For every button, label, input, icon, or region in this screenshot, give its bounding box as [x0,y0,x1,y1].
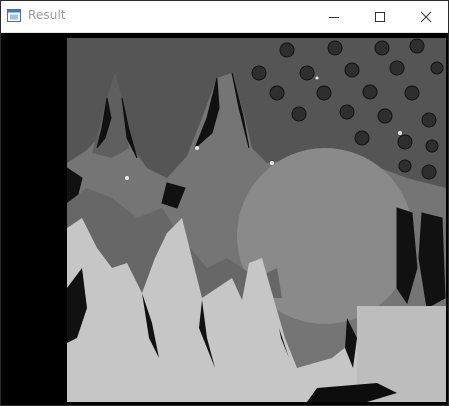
opencv-window-icon [7,9,21,22]
minimize-button[interactable] [311,1,357,32]
result-window: Result [0,0,449,406]
maximize-icon [375,11,385,22]
disparity-map-image [67,38,446,402]
window-title: Result [28,8,66,22]
maximize-button[interactable] [357,1,403,32]
image-canvas [1,33,448,405]
close-button[interactable] [403,1,449,32]
minimize-icon [329,16,339,18]
close-icon [420,11,432,22]
title-bar[interactable]: Result [1,1,448,33]
